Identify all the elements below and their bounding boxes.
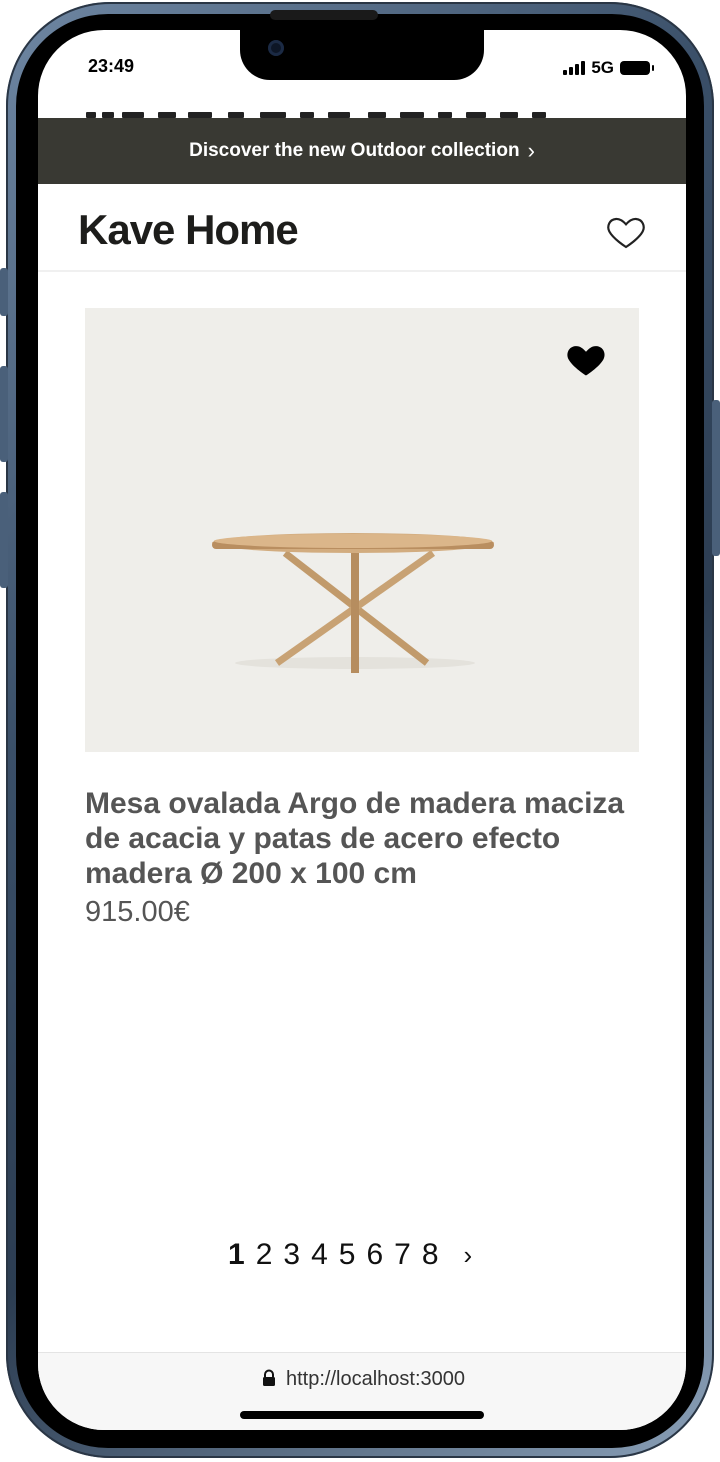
promo-banner[interactable]: Discover the new Outdoor collection › [38,118,686,184]
site-header: Kave Home [38,184,686,272]
page-6-link[interactable]: 6 [366,1238,383,1272]
logo[interactable]: Kave Home [78,206,299,254]
page-1-link[interactable]: 1 [228,1238,245,1272]
status-time: 23:49 [88,56,135,76]
network-label: 5G [591,58,614,77]
earpiece-speaker [270,10,378,20]
phone-volume-up-button [0,366,8,462]
page-4-link[interactable]: 4 [311,1238,328,1272]
promo-text: Discover the new Outdoor collection [189,140,520,161]
page-7-link[interactable]: 7 [394,1238,411,1272]
page-3-link[interactable]: 3 [283,1238,300,1272]
heart-filled-icon[interactable] [565,338,607,378]
scrolled-header-remnant [38,110,686,118]
browser-url-bar[interactable]: http://localhost:3000 [38,1352,686,1430]
lock-icon [263,1369,275,1386]
notch [240,30,484,80]
home-indicator[interactable] [240,1411,484,1419]
pagination: 1 2 3 4 5 6 7 8 › [228,1238,472,1272]
product-image[interactable] [85,308,639,752]
signal-icon [563,61,586,75]
phone-volume-down-button [0,492,8,588]
page-8-link[interactable]: 8 [422,1238,439,1272]
page-5-link[interactable]: 5 [339,1238,356,1272]
battery-icon [620,61,654,75]
table-illustration [212,533,494,673]
chevron-right-icon: › [527,138,535,163]
product-title[interactable]: Mesa ovalada Argo de madera maciza de ac… [85,786,645,891]
phone-screen: 23:49 5G Discover the new Outdoor collec… [38,30,686,1430]
front-camera [268,40,284,56]
status-icons: 5G [563,58,654,78]
next-page-icon[interactable]: › [464,1240,473,1271]
heart-outline-icon[interactable] [606,212,646,252]
product-price: 915.00€ [85,896,190,928]
url-text: http://localhost:3000 [286,1368,466,1390]
phone-power-button [712,400,720,556]
phone-mute-switch [0,268,8,316]
page-2-link[interactable]: 2 [256,1238,273,1272]
